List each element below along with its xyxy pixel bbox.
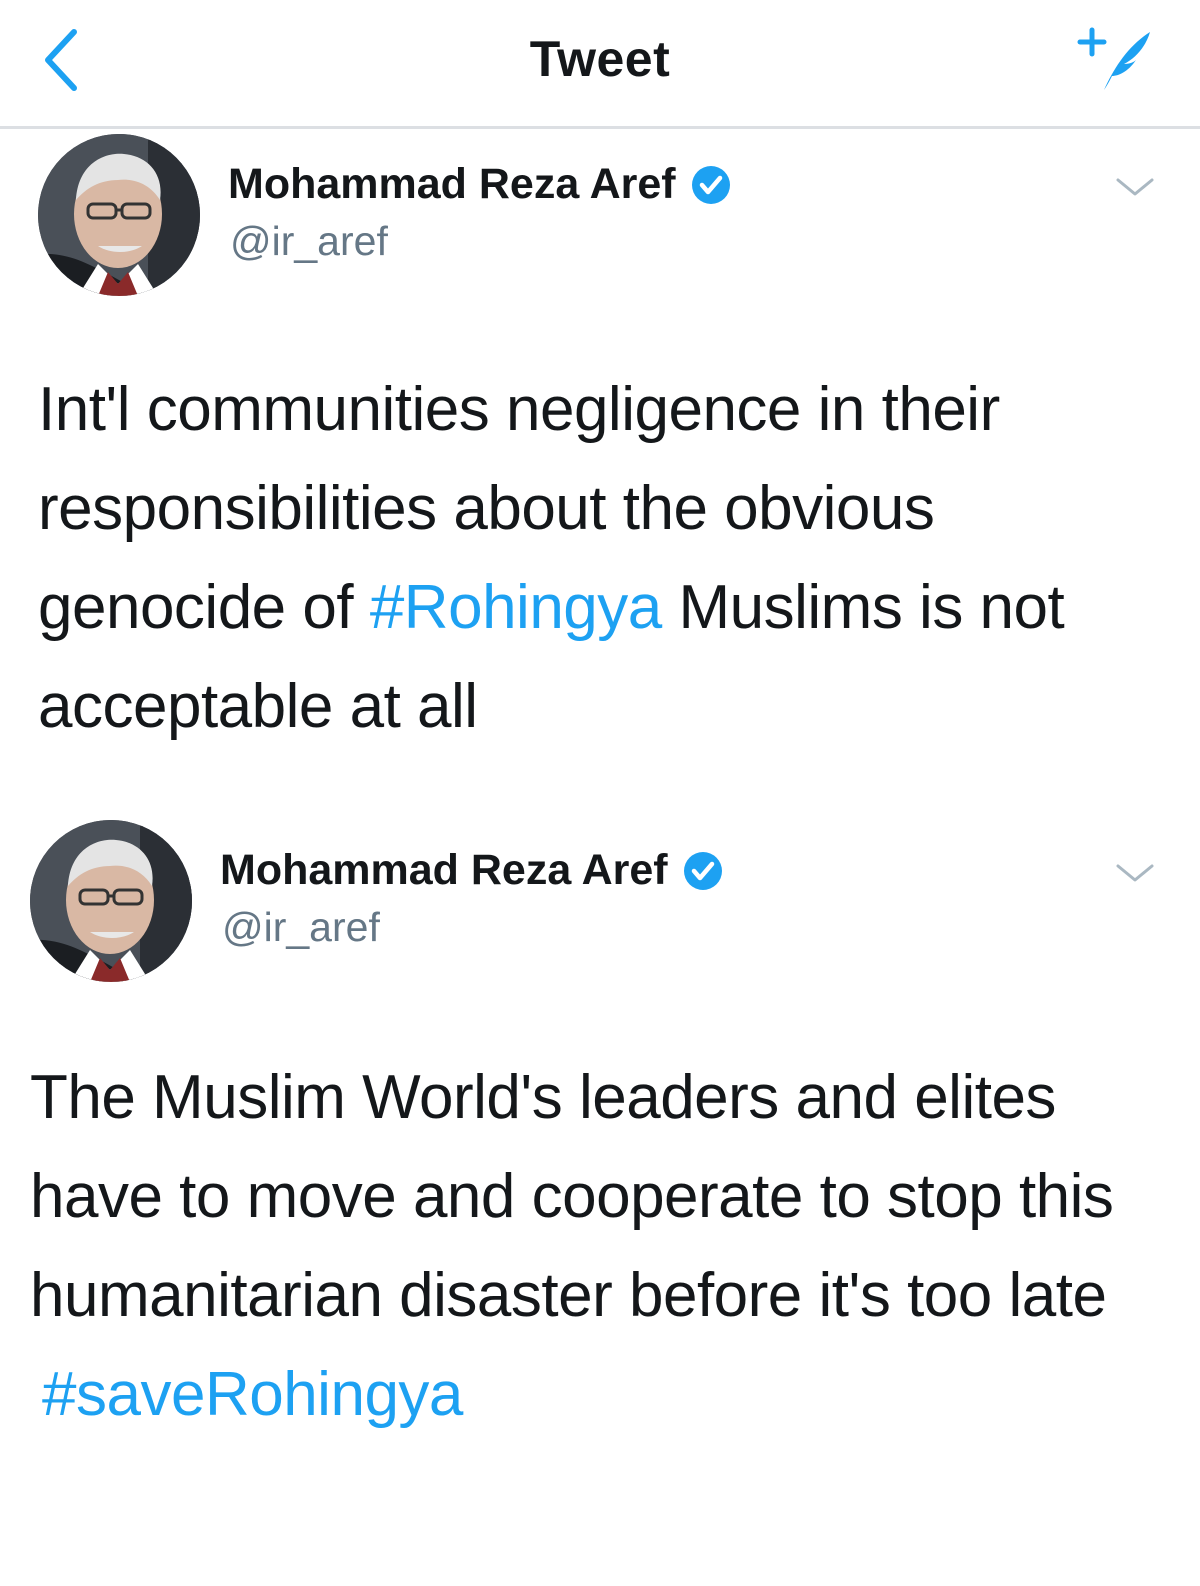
author-handle[interactable]: @ir_aref <box>222 904 380 951</box>
verified-badge-icon <box>691 165 730 204</box>
hashtag-link[interactable]: #Rohingya <box>370 573 662 642</box>
author-handle[interactable]: @ir_aref <box>230 218 388 265</box>
compose-tweet-button[interactable] <box>1070 20 1160 100</box>
verified-badge-icon <box>683 851 722 890</box>
chevron-down-icon[interactable] <box>1112 858 1158 888</box>
tweet-text: Int'l communities negligence in their re… <box>38 360 1168 756</box>
author-name[interactable]: Mohammad Reza Aref <box>228 160 676 209</box>
profile-photo <box>38 134 200 296</box>
page-title: Tweet <box>529 31 671 87</box>
tweet-text: The Muslim World's leaders and elites ha… <box>30 1048 1170 1444</box>
chevron-down-icon[interactable] <box>1112 172 1158 202</box>
avatar[interactable] <box>38 134 200 296</box>
author-name[interactable]: Mohammad Reza Aref <box>220 846 668 895</box>
tweet-text-part: The Muslim World's leaders and elites ha… <box>30 1063 1114 1330</box>
avatar[interactable] <box>30 820 192 982</box>
hashtag-link[interactable]: #saveRohingya <box>42 1345 1170 1444</box>
profile-photo <box>30 820 192 982</box>
top-navbar: Tweet <box>0 0 1200 129</box>
compose-tweet-icon <box>1077 27 1150 90</box>
